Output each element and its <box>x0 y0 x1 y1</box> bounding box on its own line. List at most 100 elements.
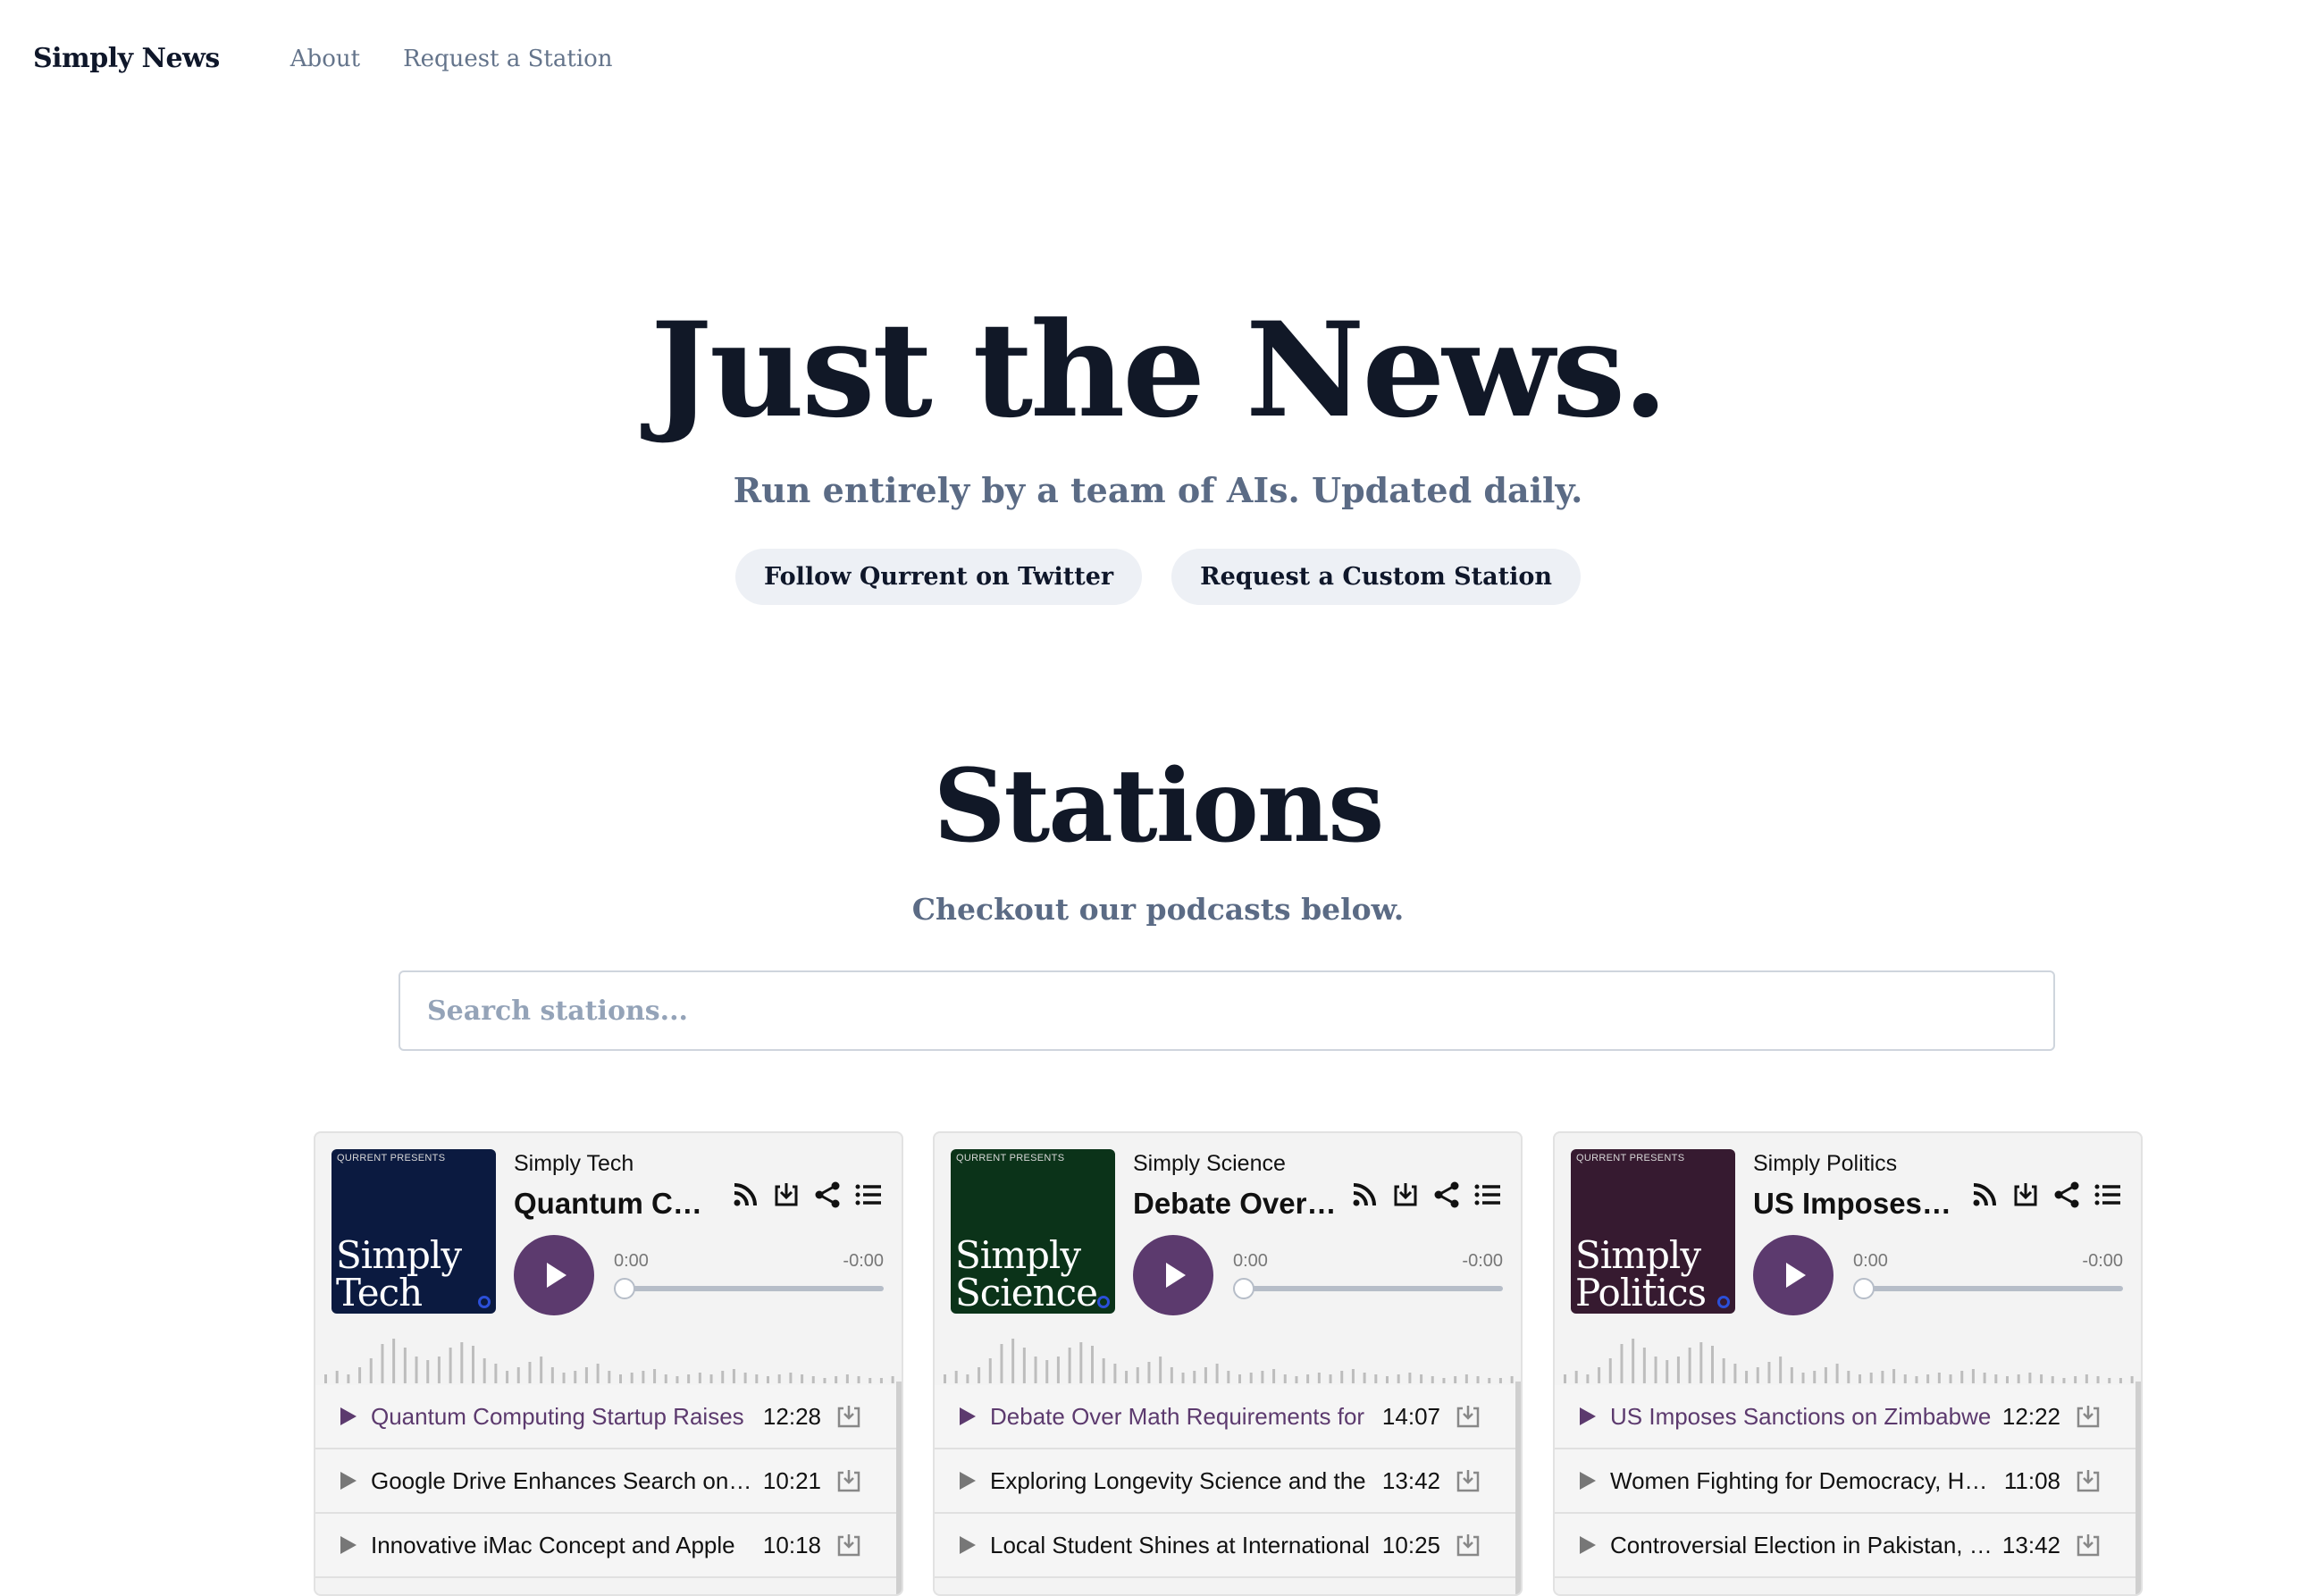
episode-download-icon[interactable] <box>1455 1467 1481 1494</box>
play-button[interactable] <box>514 1235 594 1315</box>
episode-download-icon[interactable] <box>1455 1403 1481 1430</box>
waveform-bar <box>1598 1367 1601 1383</box>
rss-icon[interactable] <box>730 1180 760 1210</box>
episode-row[interactable]: Innovative iMac Concept and Apple 10:18 <box>315 1514 896 1578</box>
episode-title: Quantum Computing Startup Raises <box>371 1402 744 1430</box>
episode-row[interactable]: Women Fighting for Democracy, Hope 11:08 <box>1555 1449 2136 1514</box>
episode-play-icon[interactable] <box>1576 1470 1598 1491</box>
episode-title: Exploring Longevity Science and the <box>990 1466 1366 1494</box>
follow-twitter-button[interactable]: Follow Qurrent on Twitter <box>734 549 1143 605</box>
episode-play-icon[interactable] <box>956 1470 978 1491</box>
progress-handle[interactable] <box>1233 1278 1254 1299</box>
nav-link-about[interactable]: About <box>290 46 360 72</box>
current-episode-title: US Imposes Sanctions <box>1753 1187 1959 1220</box>
search-stations-input[interactable]: Search stations... <box>399 970 2055 1051</box>
waveform-bar <box>2096 1376 2100 1383</box>
waveform-bar <box>1994 1374 1998 1383</box>
time-elapsed: 0:00 <box>614 1251 649 1271</box>
progress-track[interactable] <box>614 1286 884 1291</box>
waveform-bar <box>2017 1374 2020 1383</box>
episode-download-icon[interactable] <box>835 1467 862 1494</box>
waveform-bar <box>2130 1376 2134 1383</box>
episode-row[interactable]: Quantum Computing Startup Raises 12:28 <box>315 1385 896 1449</box>
waveform-bar <box>1859 1374 1861 1383</box>
waveform-bar <box>823 1378 827 1383</box>
waveform-bar <box>1756 1367 1759 1383</box>
waveform-bar <box>2040 1374 2043 1383</box>
episode-title: Controversial Election in Pakistan, and <box>1610 1531 1994 1558</box>
rss-icon[interactable] <box>1969 1180 2000 1210</box>
download-icon[interactable] <box>771 1180 801 1210</box>
waveform-bar <box>358 1367 362 1383</box>
play-icon <box>1166 1263 1186 1288</box>
episode-download-icon[interactable] <box>2075 1467 2102 1494</box>
share-icon[interactable] <box>2052 1180 2082 1210</box>
play-button[interactable] <box>1753 1235 1834 1315</box>
waveform-bar <box>1000 1344 1003 1383</box>
episode-play-icon[interactable] <box>1576 1406 1598 1427</box>
episode-play-icon[interactable] <box>337 1406 358 1427</box>
episode-row[interactable]: US Imposes Sanctions on Zimbabwe 12:22 <box>1555 1385 2136 1449</box>
waveform-bar <box>2108 1378 2111 1383</box>
list-icon[interactable] <box>853 1180 884 1210</box>
waveform-bar <box>1125 1371 1129 1383</box>
episode-row[interactable]: Debate Over Math Requirements for 14:07 <box>935 1385 1515 1449</box>
cover-station-name: Simply Science <box>955 1233 1098 1314</box>
episode-row[interactable]: Controversial Election in Pakistan, and 1… <box>1555 1514 2136 1578</box>
episode-play-icon[interactable] <box>1576 1534 1598 1556</box>
request-custom-station-button[interactable]: Request a Custom Station <box>1171 549 1582 605</box>
episode-download-icon[interactable] <box>1455 1532 1481 1558</box>
time-elapsed: 0:00 <box>1233 1251 1268 1271</box>
rss-icon[interactable] <box>1349 1180 1380 1210</box>
waveform-bar <box>1869 1373 1873 1383</box>
waveform-bar <box>584 1367 588 1383</box>
current-episode-title: Debate Over Math Requirements <box>1133 1187 1338 1220</box>
share-icon[interactable] <box>1431 1180 1462 1210</box>
episode-row[interactable]: Google Drive Enhances Search on Mobile10… <box>315 1449 896 1514</box>
episode-list-scrollbar[interactable] <box>896 1382 902 1594</box>
episode-list-scrollbar[interactable] <box>1515 1382 1521 1594</box>
progress-handle[interactable] <box>614 1278 635 1299</box>
download-icon[interactable] <box>2010 1180 2041 1210</box>
episode-title: Debate Over Math Requirements for <box>990 1402 1365 1430</box>
episode-download-icon[interactable] <box>835 1403 862 1430</box>
nav-link-request-station[interactable]: Request a Station <box>403 46 612 72</box>
episode-download-icon[interactable] <box>835 1532 862 1558</box>
waveform-bar <box>324 1374 327 1383</box>
list-icon[interactable] <box>2093 1180 2123 1210</box>
brand-logo[interactable]: Simply News <box>33 43 220 74</box>
waveform-bar <box>978 1367 981 1383</box>
episode-list: US Imposes Sanctions on Zimbabwe 12:22 Wom… <box>1555 1385 2136 1578</box>
cover-station-name: Simply Tech <box>336 1233 462 1314</box>
episode-play-icon[interactable] <box>337 1470 358 1491</box>
episode-download-icon[interactable] <box>2075 1532 2102 1558</box>
episode-duration: 12:28 <box>762 1402 821 1430</box>
time-elapsed: 0:00 <box>1853 1251 1888 1271</box>
episode-play-icon[interactable] <box>956 1534 978 1556</box>
download-icon[interactable] <box>1390 1180 1421 1210</box>
waveform-bar <box>1676 1357 1680 1383</box>
episode-row[interactable]: Exploring Longevity Science and the 13:42 <box>935 1449 1515 1514</box>
waveform-bar <box>653 1369 657 1383</box>
waveform-bar <box>801 1374 804 1383</box>
waveform-bar <box>1666 1360 1669 1383</box>
episode-download-icon[interactable] <box>2075 1403 2102 1430</box>
progress-track[interactable] <box>1853 1286 2123 1291</box>
share-icon[interactable] <box>812 1180 843 1210</box>
episode-play-icon[interactable] <box>956 1406 978 1427</box>
episode-list-scrollbar[interactable] <box>2136 1382 2141 1594</box>
waveform-bar <box>2051 1376 2054 1383</box>
play-button[interactable] <box>1133 1235 1213 1315</box>
list-icon[interactable] <box>1473 1180 1503 1210</box>
waveform-bar <box>1733 1364 1737 1383</box>
stations-title: Stations <box>933 748 1385 865</box>
station-card-tech: QURRENT PRESENTS Simply Tech Simply Tech … <box>314 1131 903 1596</box>
waveform-bar <box>1442 1378 1446 1383</box>
progress-track[interactable] <box>1233 1286 1503 1291</box>
waveform-bar <box>1068 1348 1071 1383</box>
episode-row[interactable]: Local Student Shines at International 10:… <box>935 1514 1515 1578</box>
waveform-bar <box>1498 1378 1502 1383</box>
waveform-bar <box>1688 1348 1691 1383</box>
progress-handle[interactable] <box>1853 1278 1875 1299</box>
episode-play-icon[interactable] <box>337 1534 358 1556</box>
